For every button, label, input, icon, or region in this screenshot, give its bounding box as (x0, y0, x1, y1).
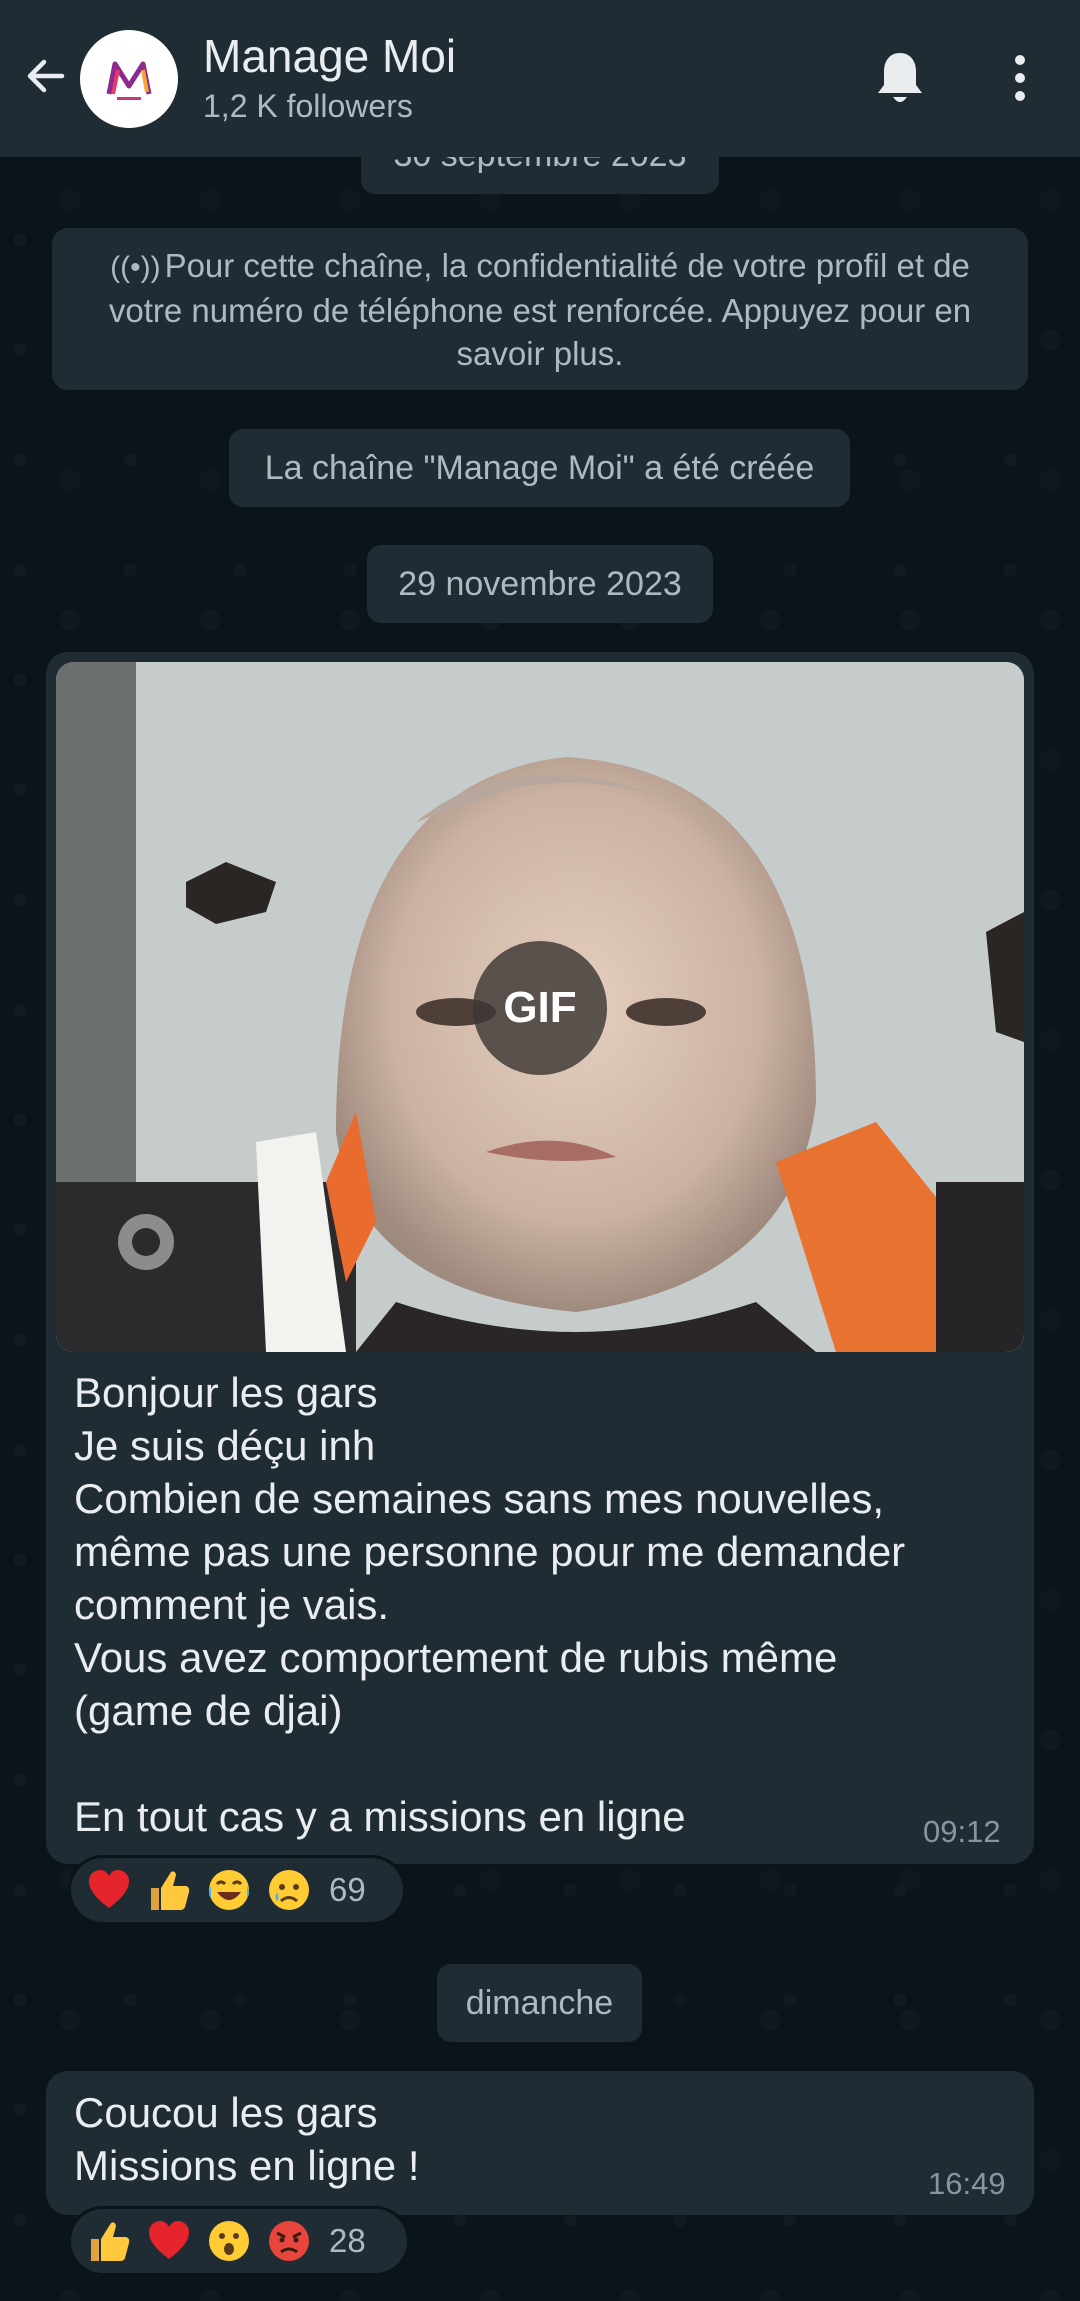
followers-count: 1,2 K followers (203, 88, 413, 124)
channel-header: Manage Moi 1,2 K followers (0, 0, 1080, 157)
gif-badge[interactable]: GIF (473, 941, 607, 1075)
thumbs-up-emoji-icon (151, 1871, 190, 1910)
menu-dot-icon (1015, 55, 1025, 65)
reactions-bar[interactable]: 28 (68, 2206, 410, 2276)
angry-emoji-icon (269, 2221, 309, 2261)
sad-tear-emoji-icon (269, 1870, 309, 1910)
message-text: Coucou les gars Missions en ligne ! (74, 2089, 420, 2189)
mute-button[interactable] (868, 44, 932, 112)
reaction-count: 69 (329, 1871, 366, 1908)
date-separator: 29 novembre 2023 (367, 545, 713, 623)
channel-created-text: La chaîne "Manage Moi" a été créée (264, 448, 815, 487)
system-message: La chaîne "Manage Moi" a été créée (229, 429, 850, 507)
message-time: 16:49 (928, 2166, 1006, 2201)
menu-dot-icon (1015, 73, 1025, 83)
channel-info[interactable]: Manage Moi 1,2 K followers (203, 26, 456, 126)
date-label: 29 novembre 2023 (398, 564, 682, 603)
back-arrow-icon (27, 59, 65, 93)
date-separator: dimanche (437, 1964, 642, 2042)
thumbs-up-emoji-icon (91, 2222, 130, 2261)
broadcast-icon: ((•)) (110, 251, 161, 284)
date-label: dimanche (465, 1983, 614, 2022)
joy-emoji-icon (209, 1870, 249, 1910)
message-text: Bonjour les gars Je suis déçu inh Combie… (74, 1369, 906, 1840)
reactions-bar[interactable]: 69 (68, 1855, 406, 1925)
menu-dot-icon (1015, 91, 1025, 101)
heart-emoji-icon (89, 1870, 129, 1908)
privacy-notice-text: Pour cette chaîne, la confidentialité de… (108, 247, 972, 372)
overflow-menu-button[interactable] (1000, 44, 1040, 112)
surprised-emoji-icon (209, 2221, 249, 2261)
message-time: 09:12 (923, 1814, 1001, 1849)
channel-logo-icon (106, 61, 152, 100)
reaction-count: 28 (329, 2222, 366, 2259)
privacy-notice[interactable]: ((•)) Pour cette chaîne, la confidentiali… (52, 228, 1028, 390)
back-button[interactable] (18, 48, 74, 104)
bell-icon (878, 53, 922, 102)
gif-label: GIF (503, 983, 577, 1032)
chat-screen: Manage Moi 1,2 K followers 30 septembre … (0, 0, 1080, 2301)
heart-emoji-icon (149, 2221, 189, 2259)
channel-avatar[interactable] (80, 30, 178, 128)
channel-name: Manage Moi (203, 30, 457, 82)
